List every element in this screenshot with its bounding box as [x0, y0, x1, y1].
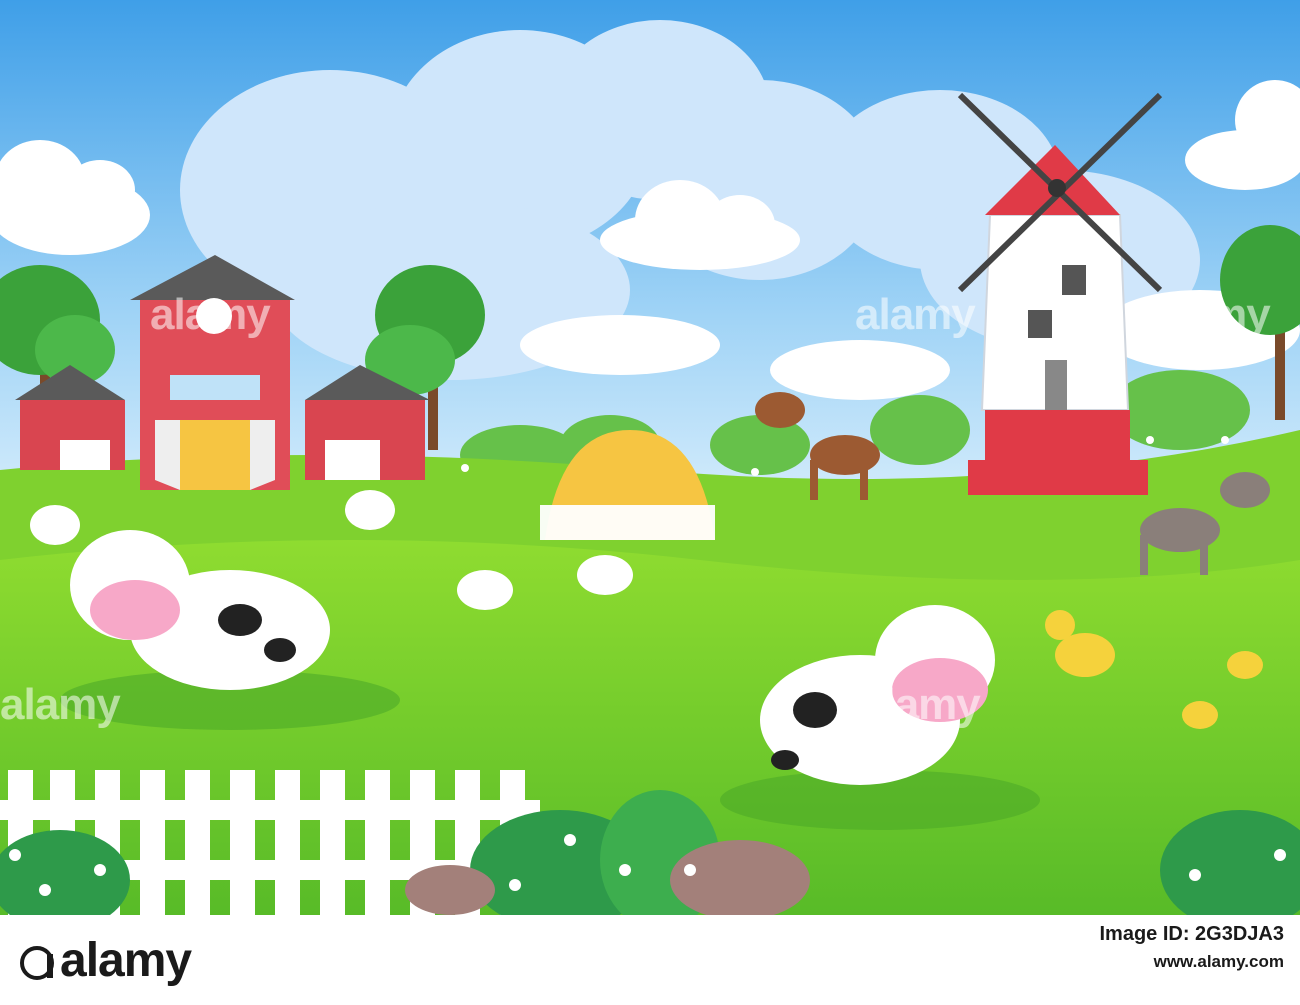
brand-name: alamy [60, 934, 192, 987]
stock-footer: alamy Image ID: 2G3DJA3 www.alamy.com [0, 915, 1300, 1005]
watermark: alamy [150, 290, 271, 339]
watermark: alamy [855, 290, 976, 339]
brand-logo[interactable]: alamy [20, 933, 192, 988]
watermark: alamy [860, 680, 981, 729]
rock [405, 865, 495, 915]
image-id: Image ID: 2G3DJA3 [1099, 923, 1284, 945]
watermark: alamy [1150, 290, 1271, 339]
farm-scene [0, 0, 1300, 915]
watermark: alamy [0, 680, 121, 729]
alamy-a-icon [20, 946, 54, 980]
website-link[interactable]: www.alamy.com [1154, 952, 1284, 971]
image-meta: Image ID: 2G3DJA3 www.alamy.com [1099, 923, 1284, 972]
